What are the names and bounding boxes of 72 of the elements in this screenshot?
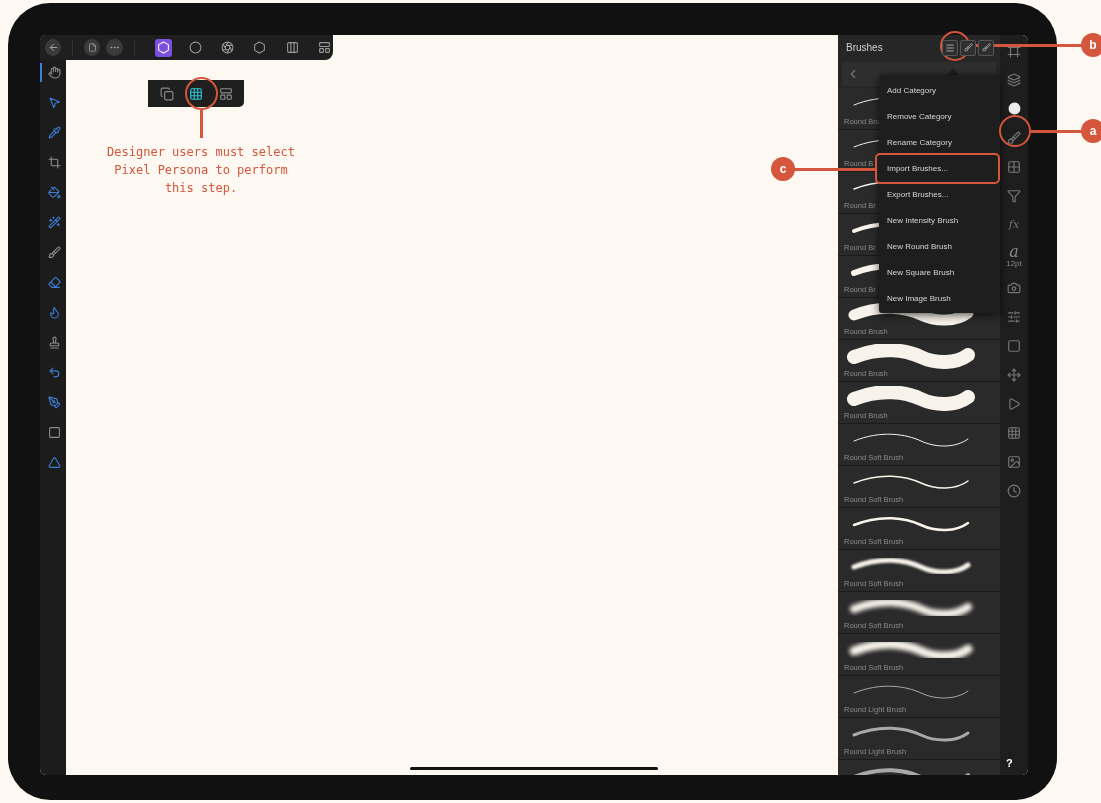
menu-item[interactable]: Add Category bbox=[879, 77, 1000, 103]
studio-icon bbox=[1007, 367, 1021, 382]
persona-button[interactable] bbox=[219, 38, 237, 57]
tool-icon bbox=[47, 426, 61, 439]
highlight-ring bbox=[999, 115, 1031, 147]
studio-icon bbox=[1007, 72, 1021, 87]
menu-icon bbox=[945, 42, 955, 53]
brush-icon bbox=[963, 43, 973, 52]
persona-icon bbox=[189, 41, 203, 54]
brush-button[interactable] bbox=[960, 39, 976, 56]
tool-icon bbox=[47, 336, 61, 349]
tool-icon bbox=[47, 456, 61, 469]
more-button[interactable] bbox=[106, 39, 123, 56]
menu-item[interactable]: New Round Brush bbox=[879, 233, 1000, 259]
studio-icon bbox=[1007, 454, 1021, 469]
menu-item[interactable]: Import Brushes... bbox=[879, 155, 1000, 181]
highlight-ring bbox=[940, 31, 970, 61]
persona-icon bbox=[218, 86, 233, 101]
menu-item[interactable]: New Intensity Brush bbox=[879, 207, 1000, 233]
persona-icon bbox=[253, 41, 267, 54]
tool-icon bbox=[47, 396, 61, 409]
persona-icon bbox=[221, 41, 235, 54]
studio-icon bbox=[1007, 280, 1021, 295]
back-arrow-icon bbox=[47, 42, 59, 53]
highlight-ring bbox=[185, 77, 218, 110]
callout-marker: a bbox=[1081, 119, 1101, 143]
tool-icon bbox=[47, 96, 61, 109]
brush-stroke-icon bbox=[846, 344, 976, 370]
persona-icon bbox=[285, 41, 299, 54]
panel-title: Brushes bbox=[846, 42, 884, 53]
brush-stroke-icon bbox=[846, 302, 976, 328]
studio-icon bbox=[1007, 309, 1021, 324]
persona-icon bbox=[189, 86, 203, 101]
back-button[interactable] bbox=[45, 39, 62, 56]
persona-icon bbox=[317, 41, 331, 54]
studio-icon bbox=[1007, 188, 1021, 203]
tool-icon bbox=[47, 306, 61, 319]
brush-button[interactable] bbox=[978, 39, 994, 56]
persona-button[interactable] bbox=[154, 38, 172, 57]
studio-icon bbox=[1007, 425, 1021, 440]
studio-icon bbox=[1007, 396, 1021, 411]
persona-icon bbox=[159, 86, 174, 101]
document-icon bbox=[87, 43, 97, 52]
studio-icon bbox=[1007, 159, 1021, 174]
persona-icon bbox=[156, 41, 170, 54]
menu-item[interactable]: Export Brushes... bbox=[879, 181, 1000, 207]
callout-marker: b bbox=[1081, 33, 1101, 57]
brush-icon bbox=[981, 43, 991, 52]
tool-icon bbox=[47, 66, 61, 79]
tool-icon bbox=[47, 246, 61, 259]
studio-icon bbox=[1007, 130, 1021, 145]
studio-icon bbox=[1007, 483, 1021, 498]
leader-line bbox=[200, 110, 203, 138]
menu-button[interactable] bbox=[942, 39, 958, 56]
help-button[interactable]: ? bbox=[1006, 757, 1013, 769]
menu-item[interactable]: New Square Brush bbox=[879, 259, 1000, 285]
tool-icon bbox=[47, 186, 61, 199]
menu-item[interactable]: Remove Category bbox=[879, 103, 1000, 129]
document-button[interactable] bbox=[84, 39, 101, 56]
tool-icon bbox=[47, 366, 61, 379]
color-circle-icon bbox=[1007, 102, 1021, 115]
studio-button[interactable]: a 12pt bbox=[1002, 244, 1026, 268]
annotation-note: Designer users must select Pixel Persona to perform this step. bbox=[106, 144, 296, 197]
leader-line bbox=[1031, 130, 1082, 133]
studio-icon bbox=[1007, 338, 1021, 353]
tool-icon bbox=[47, 216, 61, 229]
tool-icon bbox=[47, 276, 61, 289]
tool-icon bbox=[47, 126, 61, 139]
brush-stroke-icon bbox=[846, 386, 976, 412]
tool-icon bbox=[47, 156, 61, 169]
menu-item[interactable]: Rename Category bbox=[879, 129, 1000, 155]
studio-button[interactable]: fx bbox=[1002, 215, 1026, 234]
